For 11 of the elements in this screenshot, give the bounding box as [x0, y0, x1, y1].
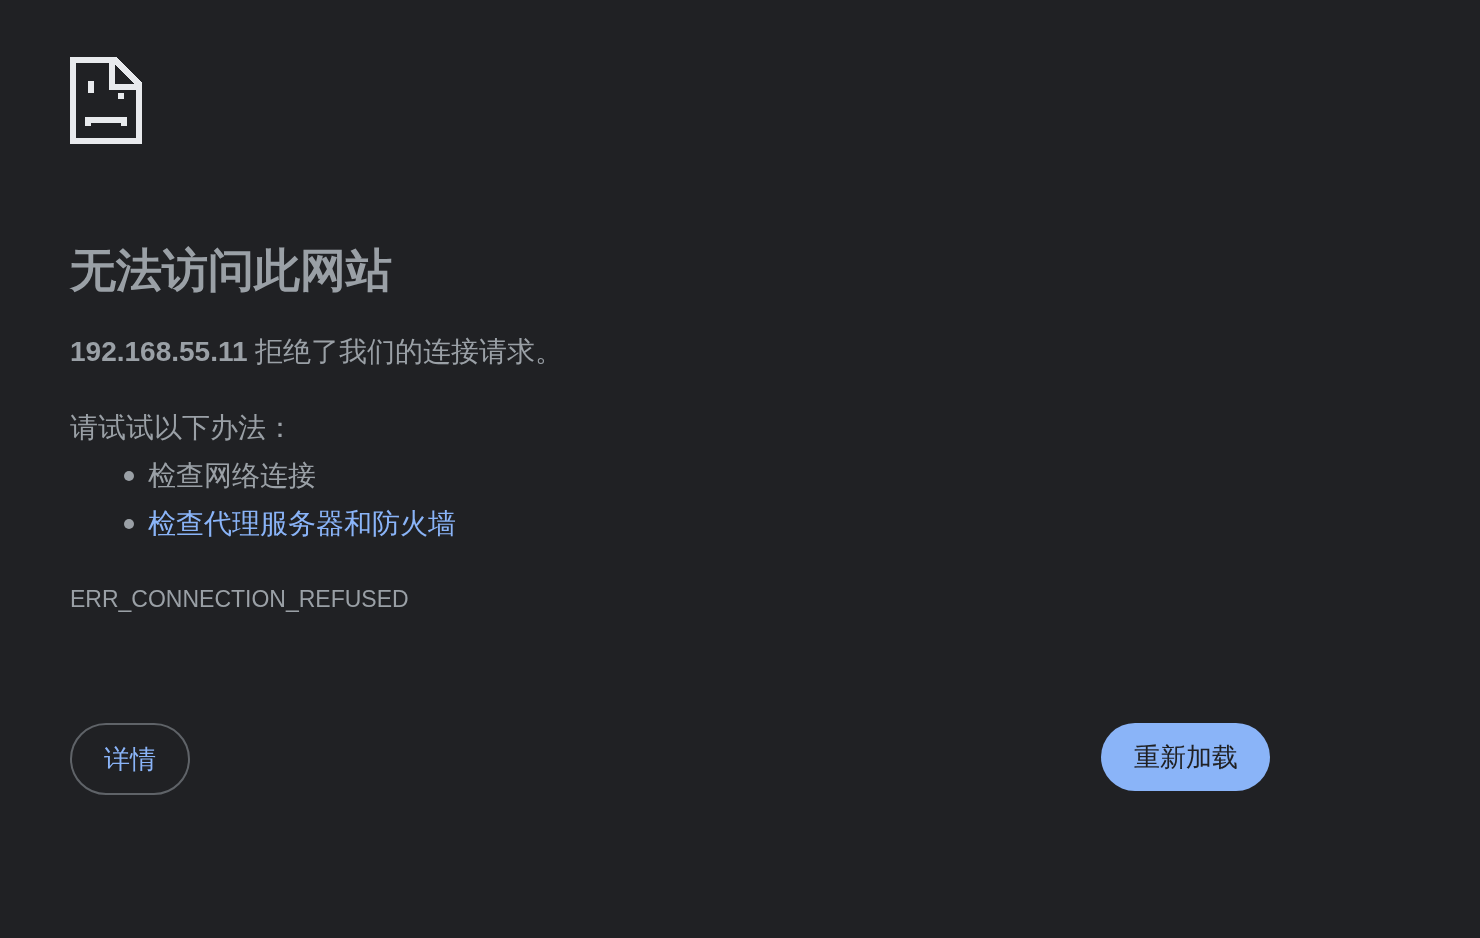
bullet-icon: [124, 519, 134, 529]
suggestions-heading: 请试试以下办法：: [70, 411, 295, 445]
bullet-icon: [124, 471, 134, 481]
suggestion-text: 检查网络连接: [148, 459, 316, 493]
details-button[interactable]: 详情: [70, 723, 190, 795]
reload-button[interactable]: 重新加载: [1101, 723, 1270, 791]
error-title: 无法访问此网站: [70, 243, 393, 298]
sad-page-icon: [70, 57, 142, 144]
error-code: ERR_CONNECTION_REFUSED: [70, 586, 410, 613]
suggestion-link[interactable]: 检查代理服务器和防火墙: [148, 505, 456, 543]
error-message: 192.168.55.11 拒绝了我们的连接请求。: [70, 335, 565, 369]
